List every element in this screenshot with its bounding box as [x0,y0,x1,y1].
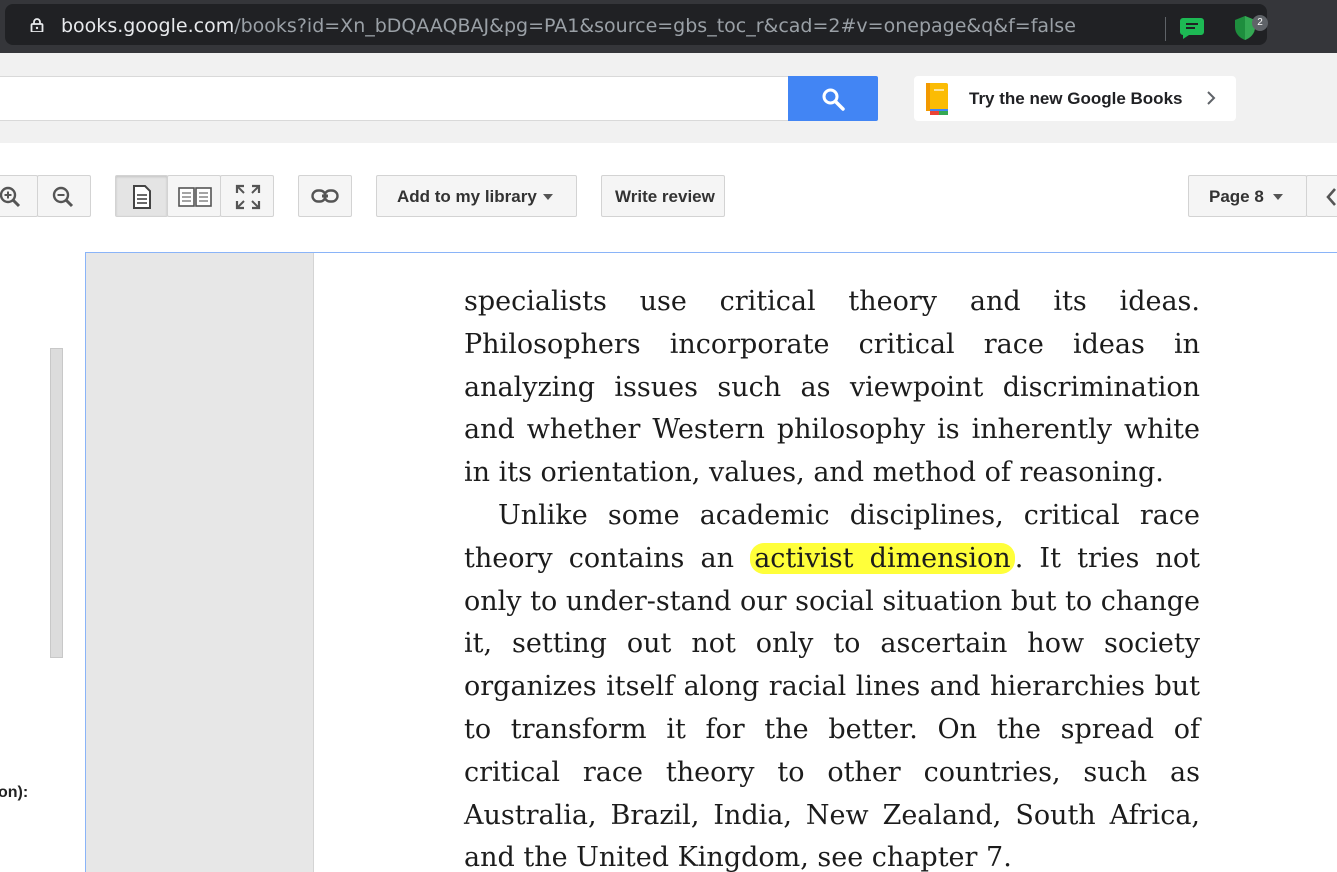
url-path: /books?id=Xn_bDQAAQBAJ&pg=PA1&source=gbs… [234,15,1076,37]
lock-icon [30,18,44,32]
url-domain: books.google.com [61,15,235,37]
search-input[interactable] [0,76,790,121]
highlighted-text[interactable]: activist dimension [750,542,1015,574]
left-panel-scrollbar[interactable] [50,348,63,658]
add-to-library-button[interactable]: Add to my library [376,175,577,217]
single-page-view-button[interactable] [115,175,168,217]
search-button[interactable] [788,76,878,121]
fullscreen-button[interactable] [220,175,274,217]
books-header: Try the new Google Books [0,53,1337,143]
page-select-label: Page 8 [1209,187,1264,206]
two-page-icon [178,187,212,207]
write-review-button[interactable]: Write review [601,175,725,217]
book-page-text: specialists use critical theory and its … [464,281,1200,872]
two-page-view-button[interactable] [167,175,221,217]
paragraph: Unlike some academic disciplines, critic… [464,495,1200,872]
write-review-label: Write review [615,187,715,206]
page-select-button[interactable]: Page 8 [1188,175,1307,217]
link-button[interactable] [298,175,352,217]
chevron-left-icon [1326,188,1336,206]
search-icon [822,88,845,111]
zoom-in-icon [0,186,21,208]
zoom-in-button[interactable] [0,175,38,217]
url-text[interactable]: books.google.com/books?id=Xn_bDQAAQBAJ&p… [61,15,1076,37]
dropdown-caret-icon [1273,194,1283,200]
link-icon [311,189,339,203]
viewer-gutter [86,253,314,872]
extension-badge: 2 [1252,15,1268,31]
try-new-label: Try the new Google Books [969,89,1183,108]
try-new-google-books-button[interactable]: Try the new Google Books [914,76,1236,121]
left-panel-label: on): [0,784,29,801]
address-bar[interactable]: books.google.com/books?id=Xn_bDQAAQBAJ&p… [5,4,1268,45]
extension-divider [1165,17,1166,41]
browser-toolbar: books.google.com/books?id=Xn_bDQAAQBAJ&p… [0,0,1337,53]
dropdown-caret-icon [543,194,553,200]
viewer-toolbar: Add to my library Write review Page 8 [0,143,1337,253]
paragraph: specialists use critical theory and its … [464,286,1200,489]
zoom-out-icon [52,186,74,208]
google-books-icon [926,83,948,115]
book-viewer[interactable]: specialists use critical theory and its … [85,252,1337,872]
previous-page-button[interactable] [1306,175,1337,217]
add-to-library-label: Add to my library [397,187,537,206]
single-page-icon [133,185,151,209]
chevron-right-icon [1207,91,1216,105]
fullscreen-icon [235,184,261,210]
paragraph-text: . It tries not only to under-stand our s… [464,542,1200,872]
zoom-out-button[interactable] [37,175,91,217]
chat-extension-icon[interactable] [1179,16,1205,40]
